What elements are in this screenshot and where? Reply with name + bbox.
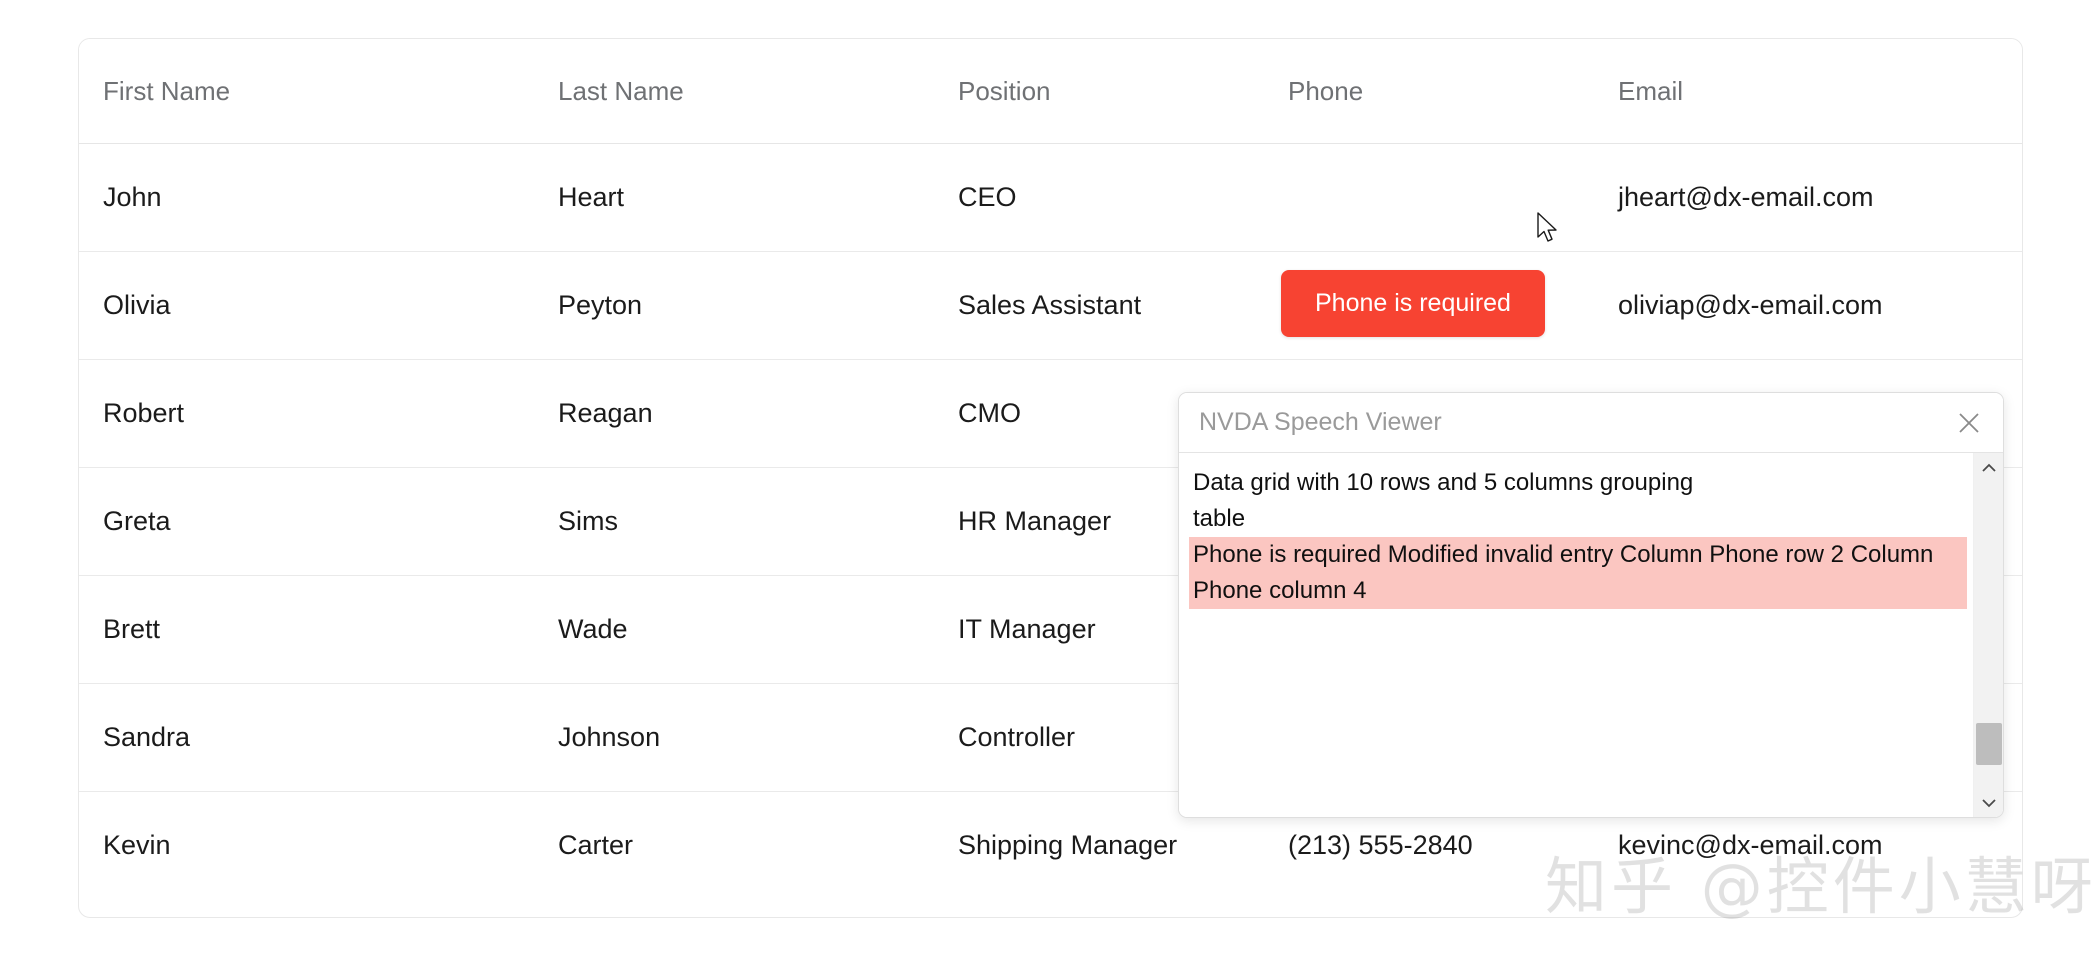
table-row[interactable]: John Heart CEO jheart@dx-email.com: [79, 143, 2022, 252]
speech-viewer-title: NVDA Speech Viewer: [1199, 408, 1442, 436]
cell-email[interactable]: jheart@dx-email.com: [1594, 143, 2022, 252]
screen-root: First Name Last Name Position Phone Emai…: [0, 0, 2100, 953]
speech-log-line-highlighted: Phone column 4: [1189, 573, 1967, 609]
close-icon[interactable]: [1951, 405, 1987, 441]
cell-first-name[interactable]: Kevin: [79, 791, 534, 899]
cell-last-name[interactable]: Sims: [534, 467, 934, 576]
cell-last-name[interactable]: Wade: [534, 575, 934, 684]
cell-email[interactable]: oliviap@dx-email.com: [1594, 251, 2022, 360]
cell-first-name[interactable]: Greta: [79, 467, 534, 576]
speech-viewer-titlebar[interactable]: NVDA Speech Viewer: [1179, 393, 2003, 453]
validation-error-tooltip: Phone is required: [1281, 270, 1545, 337]
speech-viewer-body: Data grid with 10 rows and 5 columns gro…: [1179, 453, 2003, 817]
cell-first-name[interactable]: Olivia: [79, 251, 534, 360]
chevron-up-icon[interactable]: [1974, 453, 2003, 483]
speech-log-list[interactable]: Data grid with 10 rows and 5 columns gro…: [1179, 453, 1973, 817]
cell-last-name[interactable]: Heart: [534, 143, 934, 252]
cell-last-name[interactable]: Peyton: [534, 251, 934, 360]
speech-log-line-highlighted: Phone is required Modified invalid entry…: [1189, 537, 1967, 573]
column-header-position[interactable]: Position: [934, 39, 1264, 144]
nvda-speech-viewer-window[interactable]: NVDA Speech Viewer Data grid with 10 row…: [1178, 392, 2004, 818]
column-header-phone[interactable]: Phone: [1264, 39, 1594, 144]
grid-header-row: First Name Last Name Position Phone Emai…: [79, 39, 2022, 144]
cell-position[interactable]: CEO: [934, 143, 1264, 252]
cell-last-name[interactable]: Johnson: [534, 683, 934, 792]
cell-last-name[interactable]: Reagan: [534, 359, 934, 468]
validation-error-text: Phone is required: [1315, 289, 1511, 317]
cell-position[interactable]: Sales Assistant: [934, 251, 1264, 360]
cell-first-name[interactable]: Robert: [79, 359, 534, 468]
speech-log-line: Data grid with 10 rows and 5 columns gro…: [1193, 469, 1694, 496]
cell-phone-invalid[interactable]: [1264, 143, 1594, 252]
column-header-first-name[interactable]: First Name: [79, 39, 534, 144]
cell-first-name[interactable]: Sandra: [79, 683, 534, 792]
cell-last-name[interactable]: Carter: [534, 791, 934, 899]
column-header-email[interactable]: Email: [1594, 39, 2022, 144]
grid-header: First Name Last Name Position Phone Emai…: [79, 39, 2022, 144]
chevron-down-icon[interactable]: [1974, 788, 2003, 817]
scrollbar-thumb[interactable]: [1976, 723, 2002, 765]
table-row[interactable]: Olivia Peyton Sales Assistant oliviap@dx…: [79, 251, 2022, 360]
cell-first-name[interactable]: Brett: [79, 575, 534, 684]
column-header-last-name[interactable]: Last Name: [534, 39, 934, 144]
speech-viewer-scrollbar[interactable]: [1973, 453, 2003, 817]
cell-first-name[interactable]: John: [79, 143, 534, 252]
speech-log-line: table: [1193, 505, 1246, 532]
